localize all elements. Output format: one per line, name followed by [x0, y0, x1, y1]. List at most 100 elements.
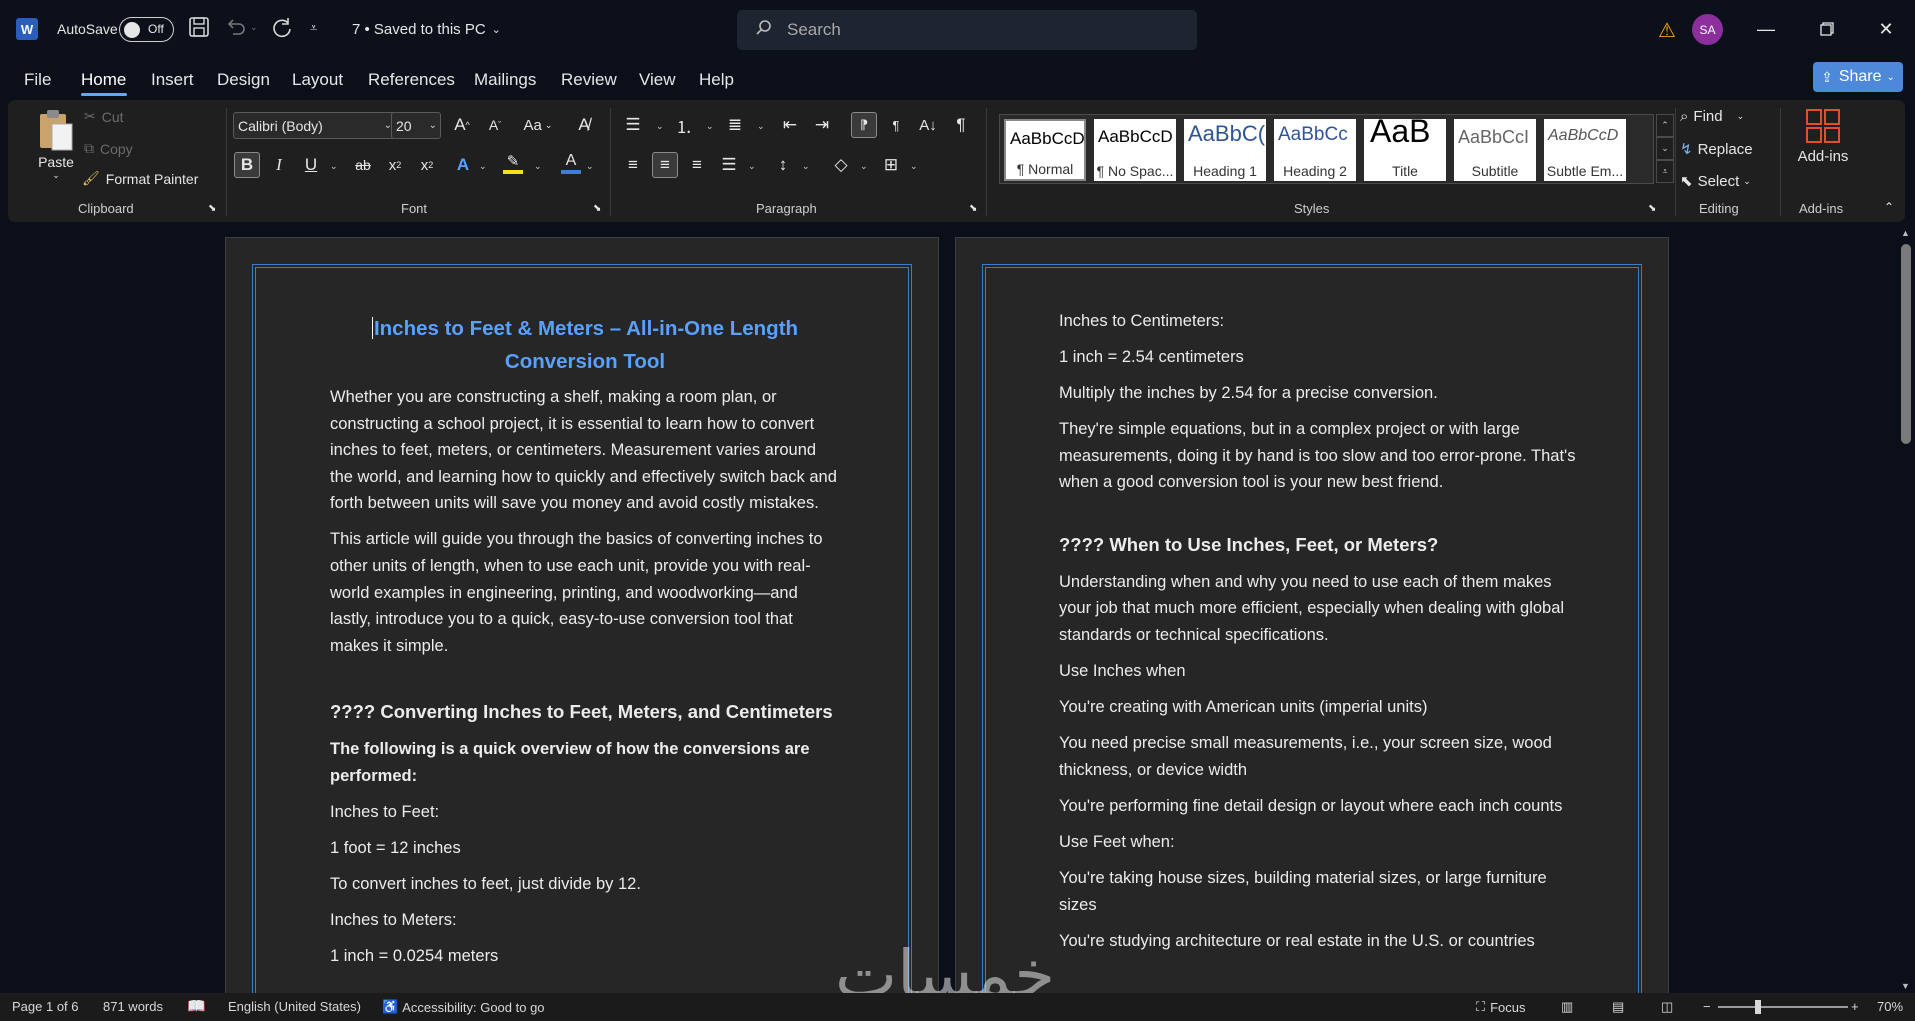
strikethrough-button[interactable]: ab: [350, 152, 376, 178]
zoom-out-icon[interactable]: −: [1703, 999, 1711, 1014]
chevron-down-icon[interactable]: ⌄: [656, 121, 664, 132]
paragraph[interactable]: 1 foot = 12 inches: [330, 835, 840, 862]
dialog-launcher-icon[interactable]: ⬊: [969, 203, 977, 214]
paragraph[interactable]: Whether you are constructing a shelf, ma…: [330, 384, 840, 517]
print-layout-icon[interactable]: ▤: [1612, 999, 1624, 1015]
chevron-down-icon[interactable]: ⌄: [910, 161, 918, 172]
scrollbar-thumb[interactable]: [1901, 244, 1911, 444]
read-mode-icon[interactable]: ▥: [1561, 999, 1573, 1015]
page-count[interactable]: Page 1 of 6: [12, 999, 79, 1014]
tab-home[interactable]: Home: [81, 70, 126, 90]
tab-design[interactable]: Design: [217, 70, 270, 90]
focus-button[interactable]: ⛶ Focus: [1476, 999, 1526, 1015]
chevron-down-icon[interactable]: ⌄: [757, 121, 765, 132]
highlight-color-icon[interactable]: ✎: [500, 150, 526, 176]
show-formatting-marks-icon[interactable]: ¶: [948, 112, 974, 138]
zoom-slider[interactable]: [1718, 1006, 1848, 1008]
line-spacing-icon[interactable]: ↕: [770, 152, 796, 178]
save-icon[interactable]: [188, 16, 210, 38]
redo-icon[interactable]: [270, 16, 294, 40]
sort-icon[interactable]: A↓: [915, 112, 941, 138]
paragraph[interactable]: Inches to Feet:: [330, 799, 840, 826]
autosave-toggle[interactable]: Off: [119, 17, 174, 42]
accessibility-indicator[interactable]: ♿ Accessibility: Good to go: [382, 999, 545, 1015]
chevron-down-icon[interactable]: ⌄: [586, 161, 594, 172]
decrease-indent-icon[interactable]: ⇤: [777, 112, 803, 138]
superscript-button[interactable]: x2: [414, 152, 440, 178]
align-right-icon[interactable]: ≡: [684, 152, 710, 178]
paragraph[interactable]: You're performing fine detail design or …: [1059, 793, 1579, 820]
chevron-down-icon[interactable]: ⌄: [802, 161, 810, 172]
paragraph[interactable]: You're taking house sizes, building mate…: [1059, 865, 1579, 918]
add-ins-button[interactable]: Add-ins: [1788, 108, 1858, 165]
chevron-down-icon[interactable]: ⌄: [479, 161, 487, 172]
subscript-button[interactable]: x2: [382, 152, 408, 178]
page-2[interactable]: Inches to Centimeters: 1 inch = 2.54 cen…: [955, 237, 1669, 993]
dialog-launcher-icon[interactable]: ⬊: [593, 203, 601, 214]
page-2-text[interactable]: Inches to Centimeters: 1 inch = 2.54 cen…: [1059, 308, 1579, 964]
paragraph[interactable]: Inches to Meters:: [330, 907, 840, 934]
tab-mailings[interactable]: Mailings: [474, 70, 536, 90]
ltr-direction-icon[interactable]: ⁋: [851, 112, 877, 138]
find-button[interactable]: ⌕ Find ⌄: [1680, 108, 1744, 125]
grow-font-icon[interactable]: A ^: [449, 112, 475, 138]
chevron-down-icon[interactable]: ⌄: [706, 121, 714, 132]
page-1-text[interactable]: Inches to Feet & Meters – All-in-One Len…: [330, 312, 840, 979]
format-painter-button[interactable]: 🖌 Format Painter: [82, 170, 198, 187]
change-case-icon[interactable]: Aa ⌄: [518, 112, 558, 138]
tab-references[interactable]: References: [368, 70, 455, 90]
paragraph[interactable]: You're creating with American units (imp…: [1059, 694, 1579, 721]
style-subtitle[interactable]: AaBbCcI Subtitle: [1454, 119, 1536, 181]
chevron-up-icon[interactable]: ⌃: [1656, 114, 1674, 137]
replace-button[interactable]: ↯ Replace: [1680, 140, 1753, 159]
paragraph[interactable]: Inches to Centimeters:: [1059, 308, 1579, 335]
tab-review[interactable]: Review: [561, 70, 617, 90]
style-heading-1[interactable]: AaBbC( Heading 1: [1184, 119, 1266, 181]
underline-button[interactable]: U: [298, 152, 324, 178]
increase-indent-icon[interactable]: ⇥: [809, 112, 835, 138]
paragraph[interactable]: Multiply the inches by 2.54 for a precis…: [1059, 380, 1579, 407]
paragraph[interactable]: Understanding when and why you need to u…: [1059, 569, 1579, 649]
paragraph[interactable]: To convert inches to feet, just divide b…: [330, 871, 840, 898]
justify-icon[interactable]: ☰: [716, 152, 742, 178]
zoom-level[interactable]: 70%: [1877, 999, 1903, 1014]
word-count[interactable]: 871 words: [103, 999, 163, 1014]
undo-icon[interactable]: [224, 16, 248, 38]
copy-button[interactable]: ⧉ Copy: [84, 140, 133, 157]
document-title[interactable]: 7 • Saved to this PC ⌄: [352, 21, 501, 38]
chevron-down-icon[interactable]: ⌄: [748, 161, 756, 172]
cut-button[interactable]: ✂ Cut: [84, 108, 124, 125]
style-title[interactable]: AaB Title: [1364, 119, 1446, 181]
undo-dropdown-icon[interactable]: ⌄: [250, 22, 258, 33]
zoom-in-icon[interactable]: +: [1851, 999, 1859, 1014]
numbering-icon[interactable]: ⒈: [671, 112, 697, 138]
more-styles-icon[interactable]: ⩡: [1656, 160, 1674, 183]
clear-formatting-icon[interactable]: A̸: [571, 112, 597, 138]
paragraph[interactable]: You need precise small measurements, i.e…: [1059, 730, 1579, 783]
select-button[interactable]: ⬉ Select ⌄: [1680, 172, 1751, 191]
collapse-ribbon-icon[interactable]: ⌃: [1884, 200, 1894, 214]
shrink-font-icon[interactable]: Aˇ: [482, 112, 508, 138]
minimize-icon[interactable]: —: [1746, 14, 1786, 44]
section-heading[interactable]: ???? When to Use Inches, Feet, or Meters…: [1059, 532, 1579, 559]
paste-button[interactable]: Paste ⌄: [28, 108, 84, 181]
restore-icon[interactable]: [1807, 14, 1847, 44]
styles-gallery-scroll[interactable]: ⌃ ⌄ ⩡: [1656, 114, 1674, 184]
scroll-up-icon[interactable]: ▲: [1901, 228, 1910, 238]
rtl-direction-icon[interactable]: ¶: [883, 112, 909, 138]
chevron-down-icon[interactable]: ⌄: [534, 161, 542, 172]
align-left-icon[interactable]: ≡: [620, 152, 646, 178]
section-heading[interactable]: ???? Converting Inches to Feet, Meters, …: [330, 699, 840, 726]
paragraph[interactable]: 1 inch = 2.54 centimeters: [1059, 344, 1579, 371]
proofing-icon[interactable]: 📖: [187, 997, 206, 1015]
paragraph[interactable]: Use Feet when:: [1059, 829, 1579, 856]
share-button[interactable]: ⇪ Share ⌄: [1813, 62, 1903, 92]
warning-icon[interactable]: ⚠: [1658, 18, 1676, 43]
align-center-icon[interactable]: ≡: [652, 152, 678, 178]
paragraph[interactable]: You're studying architecture or real est…: [1059, 928, 1579, 955]
language-indicator[interactable]: English (United States): [228, 999, 361, 1014]
zoom-slider-thumb[interactable]: [1755, 1000, 1761, 1014]
style-normal[interactable]: AaBbCcD ¶ Normal: [1004, 119, 1086, 181]
chevron-down-icon[interactable]: ⌄: [860, 161, 868, 172]
paragraph[interactable]: 1 inch = 0.0254 meters: [330, 943, 840, 970]
